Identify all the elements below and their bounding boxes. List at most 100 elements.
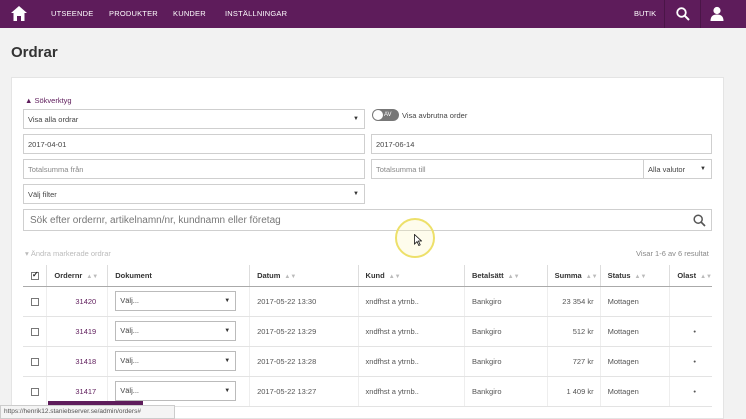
browser-status-bar: https://henrik12.staniebserver.se/admin/…: [0, 405, 175, 419]
order-number-link[interactable]: 31419: [46, 316, 109, 347]
col-ordernr[interactable]: Ordernr ▲▼: [46, 265, 109, 287]
cancelled-orders-toggle[interactable]: AV: [372, 109, 399, 121]
date-to-field[interactable]: 2017-06-14: [371, 134, 712, 154]
unread-cell: •: [669, 376, 712, 407]
col-betalsatt[interactable]: Betalsätt ▲▼: [464, 265, 548, 287]
date-from-field[interactable]: 2017-04-01: [23, 134, 365, 154]
unread-cell: •: [669, 316, 712, 347]
row-select-cell: [23, 346, 48, 377]
col-status[interactable]: Status ▲▼: [600, 265, 671, 287]
nav-utseende[interactable]: UTSEENDE: [51, 9, 93, 18]
col-datum[interactable]: Datum ▲▼: [249, 265, 359, 287]
search-placeholder: Sök efter ordernr, artikelnamn/nr, kundn…: [30, 214, 281, 226]
col-label: Dokument: [115, 270, 152, 280]
row-checkbox[interactable]: [31, 327, 39, 336]
row-checkbox[interactable]: [31, 357, 39, 366]
order-filter-value: Visa alla ordrar: [28, 114, 79, 124]
sort-icon: ▲▼: [585, 273, 598, 280]
result-count: Visar 1-6 av 6 resultat: [636, 249, 709, 258]
date-to-value: 2017-06-14: [376, 139, 415, 149]
unread-cell: •: [669, 346, 712, 377]
document-select[interactable]: Välj... ▼: [115, 291, 237, 311]
date-cell: 2017-05-22 13:29: [249, 316, 359, 347]
orders-table: Ordernr▲▼ Dokument Datum▲▼ Kund▲▼ Betals…: [23, 265, 712, 407]
document-select-value: Välj...: [120, 326, 139, 335]
col-summa[interactable]: Summa ▲▼: [547, 265, 601, 287]
document-cell: Välj... ▼: [107, 346, 251, 377]
customer-cell: xndfhst a ytrnb..: [358, 376, 465, 407]
date-cell: 2017-05-22 13:27: [249, 376, 359, 407]
table-row[interactable]: 31418 Välj... ▼ 2017-05-22 13:28 xndfhst …: [23, 346, 712, 377]
col-dokument: Dokument: [107, 265, 251, 287]
col-label: Betalsätt: [471, 270, 504, 280]
bulk-edit-toggle[interactable]: ▾ Ändra markerade ordrar: [25, 249, 111, 258]
table-header-row: Ordernr▲▼ Dokument Datum▲▼ Kund▲▼ Betals…: [23, 265, 712, 287]
sort-icon: ▲▼: [388, 273, 401, 280]
payment-cell: Bankgiro: [464, 316, 548, 347]
currency-select[interactable]: Alla valutor ▼: [643, 159, 712, 179]
sum-cell: 1 409 kr: [547, 376, 601, 407]
cancelled-orders-label: Visa avbrutna order: [402, 111, 468, 120]
chevron-down-icon: ▼: [353, 116, 359, 122]
row-select-cell: [23, 316, 48, 347]
page-title: Ordrar: [11, 44, 58, 61]
user-icon[interactable]: [710, 6, 724, 21]
total-to-field[interactable]: Totalsumma till: [371, 159, 644, 179]
date-cell: 2017-05-22 13:28: [249, 346, 359, 377]
filter-select[interactable]: Välj filter ▼: [23, 184, 365, 204]
row-select-cell: [23, 376, 48, 407]
total-from-field[interactable]: Totalsumma från: [23, 159, 365, 179]
col-olast[interactable]: Olast ▲▼: [669, 265, 712, 287]
select-all-checkbox[interactable]: [31, 270, 39, 280]
col-kund[interactable]: Kund ▲▼: [358, 265, 465, 287]
sum-cell: 727 kr: [547, 346, 601, 377]
sum-cell: 23 354 kr: [547, 286, 601, 317]
status-cell: Mottagen: [600, 376, 671, 407]
chevron-down-icon: ▼: [224, 388, 231, 394]
document-select[interactable]: Välj... ▼: [115, 321, 237, 341]
nav-kunder[interactable]: KUNDER: [173, 9, 206, 18]
chevron-down-icon: ▼: [224, 358, 231, 364]
col-label: Ordernr: [54, 270, 83, 280]
order-filter-select[interactable]: Visa alla ordrar ▼: [23, 109, 365, 129]
sort-icon: ▲▼: [507, 273, 520, 280]
sort-icon: ▲▼: [634, 273, 647, 280]
top-navigation-bar: UTSEENDE PRODUKTER KUNDER INSTÄLLNINGAR …: [0, 0, 746, 28]
table-row[interactable]: 31419 Välj... ▼ 2017-05-22 13:29 xndfhst …: [23, 316, 712, 347]
row-checkbox[interactable]: [31, 297, 39, 306]
chevron-down-icon: ▼: [700, 166, 706, 172]
row-checkbox[interactable]: [31, 387, 39, 396]
total-from-placeholder: Totalsumma från: [28, 164, 84, 174]
search-icon[interactable]: [676, 7, 690, 21]
divider: [664, 0, 665, 28]
total-to-placeholder: Totalsumma till: [376, 164, 426, 174]
document-select-value: Välj...: [120, 386, 139, 395]
col-label: Datum: [257, 270, 281, 280]
document-cell: Välj... ▼: [107, 286, 251, 317]
home-icon[interactable]: [10, 5, 28, 22]
order-search-input[interactable]: Sök efter ordernr, artikelnamn/nr, kundn…: [23, 209, 712, 231]
nav-produkter[interactable]: PRODUKTER: [109, 9, 158, 18]
payment-cell: Bankgiro: [464, 286, 548, 317]
unread-cell: [669, 286, 712, 317]
col-label: Kund: [365, 270, 385, 280]
chevron-down-icon: ▼: [353, 191, 359, 197]
nav-installningar[interactable]: INSTÄLLNINGAR: [225, 9, 287, 18]
document-select[interactable]: Välj... ▼: [115, 381, 237, 401]
col-label: Status: [607, 270, 631, 280]
sum-cell: 512 kr: [547, 316, 601, 347]
status-cell: Mottagen: [600, 346, 671, 377]
butik-link[interactable]: BUTIK: [634, 9, 656, 18]
table-row[interactable]: 31420 Välj... ▼ 2017-05-22 13:30 xndfhst …: [23, 286, 712, 317]
document-select[interactable]: Välj... ▼: [115, 351, 237, 371]
order-number-link[interactable]: 31418: [46, 346, 109, 377]
payment-cell: Bankgiro: [464, 346, 548, 377]
chevron-down-icon: ▼: [224, 298, 231, 304]
order-number-link[interactable]: 31420: [46, 286, 109, 317]
mouse-cursor-icon: [414, 234, 422, 246]
document-select-value: Välj...: [120, 296, 139, 305]
payment-cell: Bankgiro: [464, 376, 548, 407]
col-label: Olast: [677, 270, 697, 280]
search-tools-toggle[interactable]: ▲ Sökverktyg: [25, 96, 72, 105]
search-icon[interactable]: [693, 214, 706, 227]
